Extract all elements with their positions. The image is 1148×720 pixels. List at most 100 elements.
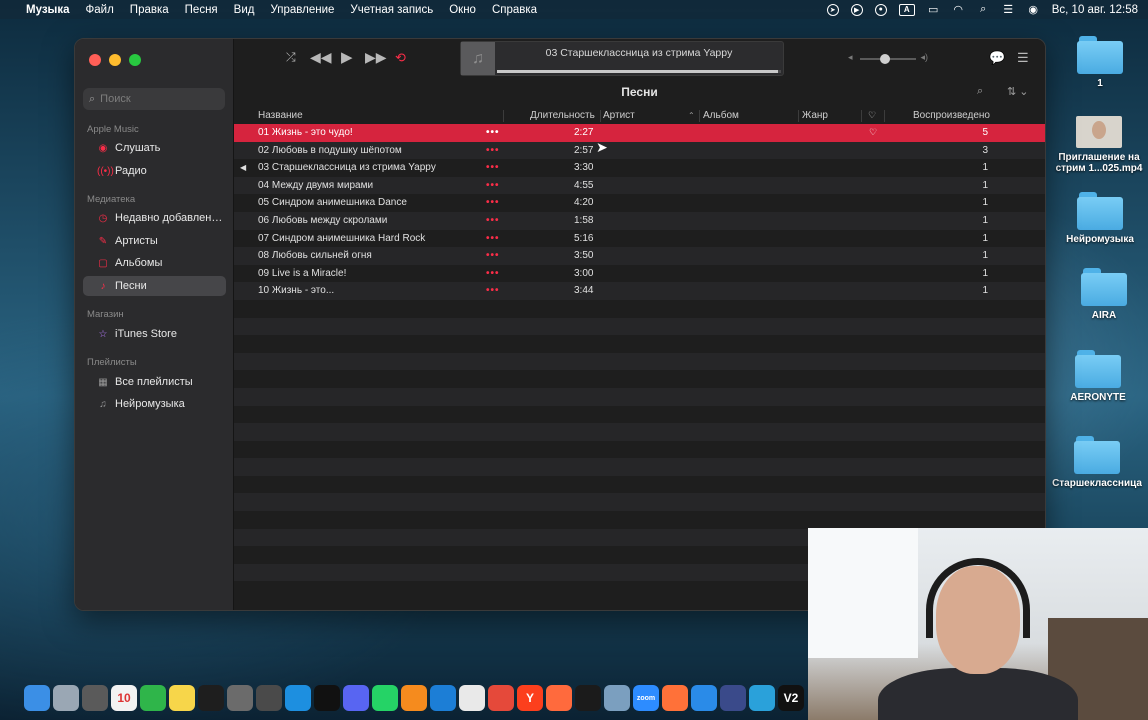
more-options-icon[interactable]: •••	[486, 268, 500, 279]
siri-icon[interactable]: ◉	[1027, 3, 1040, 16]
dock-launchpad-icon[interactable]	[53, 685, 79, 711]
volume-knob[interactable]	[880, 54, 891, 64]
desktop-folder-starsheklassnitsa[interactable]: Старшеклассница	[1046, 436, 1148, 489]
dock-textedit-icon[interactable]	[459, 685, 485, 711]
zoom-button[interactable]	[129, 54, 141, 66]
next-track-icon[interactable]: ▶▶	[365, 49, 387, 66]
column-plays[interactable]: Воспроизведено	[913, 110, 990, 121]
dock-vscode-icon[interactable]	[430, 685, 456, 711]
dock-calendar-icon[interactable]: 10	[111, 685, 137, 711]
lyrics-icon[interactable]: 💬	[989, 50, 1005, 66]
playback-progress-bar[interactable]	[497, 70, 781, 73]
menu-edit[interactable]: Правка	[130, 4, 169, 16]
queue-list-icon[interactable]: ☰	[1017, 50, 1029, 66]
table-row[interactable]: 07 Синдром анимешника Hard Rock ••• 5:16 1	[234, 230, 1045, 248]
dock-figma-icon[interactable]	[198, 685, 224, 711]
dock-notes-icon[interactable]	[169, 685, 195, 711]
list-search-icon[interactable]: ⌕	[977, 85, 983, 98]
menu-window[interactable]: Окно	[449, 4, 476, 16]
dock-whatsapp-icon[interactable]	[372, 685, 398, 711]
dock-activity-icon[interactable]	[256, 685, 282, 711]
navigation-status-icon[interactable]: ➤	[826, 3, 839, 16]
table-row[interactable]: 10 Жизнь - это... ••• 3:44 1	[234, 282, 1045, 300]
dock-discord-icon[interactable]	[343, 685, 369, 711]
table-row[interactable]: 04 Между двумя мирами ••• 4:55 1	[234, 176, 1045, 195]
column-duration[interactable]: Длительность	[530, 110, 595, 121]
menu-app-music[interactable]: Музыка	[26, 4, 70, 16]
more-options-icon[interactable]: •••	[486, 250, 500, 261]
sidebar-item-artists[interactable]: ✎ Артисты	[83, 231, 226, 251]
table-row[interactable]: 02 Любовь в подушку шёпотом ••• 2:57 3	[234, 141, 1045, 160]
dock-chrome-icon[interactable]	[488, 685, 514, 711]
shuffle-icon[interactable]: ⤮	[286, 50, 296, 65]
menu-song[interactable]: Песня	[185, 4, 218, 16]
sidebar-item-all-playlists[interactable]: ▦ Все плейлисты	[83, 372, 226, 392]
sort-icon[interactable]: ⇅ ⌄	[1007, 85, 1029, 98]
play-status-icon[interactable]: ▶	[850, 3, 863, 16]
dock-telegram-icon[interactable]	[749, 685, 775, 711]
table-row[interactable]: 06 Любовь между скролами ••• 1:58 1	[234, 211, 1045, 230]
column-name[interactable]: Название	[258, 110, 303, 121]
table-row[interactable]: 01 Жизнь - это чудо! ••• 2:27 ♡ 5	[234, 124, 1045, 142]
table-row[interactable]: ◀ 03 Старшеклассница из стрима Yappy ••• 3:…	[234, 159, 1045, 177]
dock-safari-icon[interactable]	[691, 685, 717, 711]
more-options-icon[interactable]: •••	[486, 162, 500, 173]
close-button[interactable]	[89, 54, 101, 66]
volume-slider[interactable]: ◂ ◂)	[848, 52, 928, 65]
wifi-icon[interactable]: ◠	[952, 3, 965, 16]
dock-capcut-icon[interactable]	[314, 685, 340, 711]
sidebar-item-radio[interactable]: ((•)) Радио	[83, 161, 226, 181]
input-source-icon[interactable]: A	[898, 3, 915, 16]
menu-controls[interactable]: Управление	[270, 4, 334, 16]
dock-calculator-icon[interactable]	[82, 685, 108, 711]
play-icon[interactable]: ▶	[341, 48, 353, 66]
column-album[interactable]: Альбом	[703, 110, 739, 121]
dock-v2-icon[interactable]: V2	[778, 685, 804, 711]
more-options-icon[interactable]: •••	[486, 233, 500, 244]
menu-view[interactable]: Вид	[234, 4, 255, 16]
battery-icon[interactable]: ▭	[927, 3, 940, 16]
search-input[interactable]	[100, 93, 216, 105]
more-options-icon[interactable]: •••	[486, 215, 500, 226]
dock-sublime-icon[interactable]	[401, 685, 427, 711]
more-options-icon[interactable]: •••	[486, 145, 500, 156]
control-center-icon[interactable]: ☰	[1002, 3, 1015, 16]
sidebar-item-listen[interactable]: ◉ Слушать	[83, 138, 226, 158]
dock-preview-icon[interactable]	[604, 685, 630, 711]
desktop-folder-aeronyte[interactable]: AERONYTE	[1048, 350, 1148, 403]
table-row[interactable]: 08 Любовь сильней огня ••• 3:50 1	[234, 247, 1045, 265]
sidebar-item-recently-added[interactable]: ◷ Недавно добавлен…	[83, 208, 226, 228]
desktop-folder-aira[interactable]: AIRA	[1054, 268, 1148, 321]
menu-file[interactable]: Файл	[86, 4, 114, 16]
repeat-icon[interactable]: ⟲	[395, 50, 406, 66]
dock-numbers-icon[interactable]	[140, 685, 166, 711]
menu-account[interactable]: Учетная запись	[350, 4, 433, 16]
previous-track-icon[interactable]: ◀◀	[310, 49, 332, 66]
sidebar-item-neuromusic[interactable]: ♫ Нейромузыка	[83, 394, 226, 414]
desktop-folder-1[interactable]: 1	[1050, 36, 1148, 89]
dock-finder-icon[interactable]	[24, 685, 50, 711]
now-playing-display[interactable]: ♫ 03 Старшеклассница из стрима Yappy	[460, 41, 784, 76]
search-field[interactable]: ⌕	[83, 88, 225, 110]
sidebar-item-albums[interactable]: ▢ Альбомы	[83, 253, 226, 273]
more-options-icon[interactable]: •••	[486, 285, 500, 296]
sidebar-item-itunes-store[interactable]: ☆ iTunes Store	[83, 324, 226, 344]
table-row[interactable]: 09 Live is a Miracle! ••• 3:00 1	[234, 265, 1045, 283]
desktop-video-file[interactable]: Приглашение на стрим 1...025.mp4	[1046, 116, 1148, 174]
spotlight-icon[interactable]: ⌕	[977, 3, 990, 16]
dock-yandex-icon[interactable]: Y	[517, 685, 543, 711]
dock-docker-icon[interactable]	[285, 685, 311, 711]
dock-firefox-icon[interactable]	[662, 685, 688, 711]
user-status-icon[interactable]: ●	[874, 3, 887, 16]
dock-terminal-icon[interactable]	[575, 685, 601, 711]
more-options-icon[interactable]: •••	[486, 180, 500, 191]
more-options-icon[interactable]: •••	[486, 197, 500, 208]
menu-help[interactable]: Справка	[492, 4, 537, 16]
dock-automator-icon[interactable]	[227, 685, 253, 711]
table-row[interactable]: 05 Синдром анимешника Dance ••• 4:20 1	[234, 194, 1045, 212]
sidebar-item-songs[interactable]: ♪ Песни	[83, 276, 226, 296]
more-options-icon[interactable]: •••	[486, 127, 500, 138]
desktop-folder-neuromusic[interactable]: Нейромузыка	[1050, 192, 1148, 245]
menu-clock[interactable]: Вс, 10 авг. 12:58	[1052, 4, 1138, 16]
column-genre[interactable]: Жанр	[802, 110, 828, 121]
